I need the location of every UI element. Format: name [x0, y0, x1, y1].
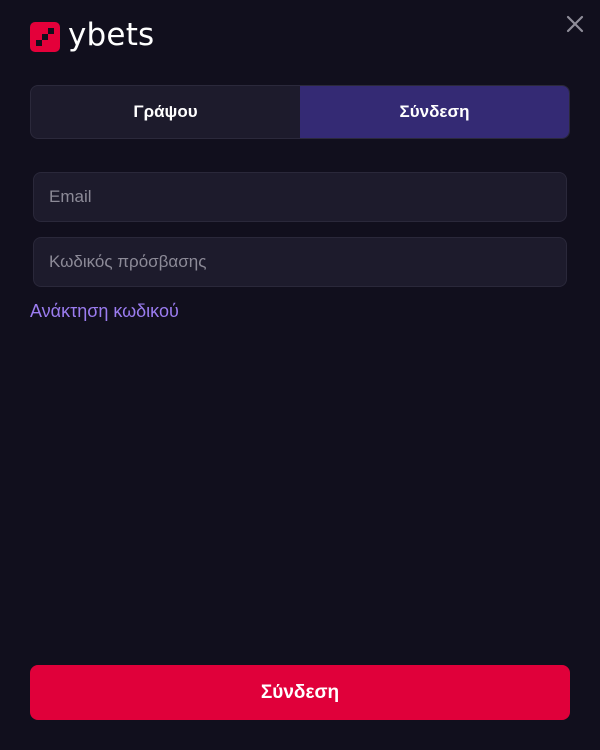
tab-login[interactable]: Σύνδεση: [300, 86, 569, 138]
login-modal: ybets Γράψου Σύνδεση Ανάκτηση κωδικού Σύ…: [0, 0, 600, 750]
auth-tabs: Γράψου Σύνδεση: [30, 85, 570, 139]
email-field-container: [33, 172, 567, 222]
close-button[interactable]: [564, 13, 586, 35]
tab-register[interactable]: Γράψου: [31, 86, 300, 138]
forgot-password-link[interactable]: Ανάκτηση κωδικού: [30, 301, 179, 322]
email-input[interactable]: [34, 173, 566, 221]
brand-name: ybets: [68, 17, 155, 53]
ybets-logo-icon: [30, 22, 60, 52]
close-icon: [566, 15, 584, 33]
login-submit-button[interactable]: Σύνδεση: [30, 665, 570, 720]
password-input[interactable]: [34, 238, 566, 286]
password-field-container: [33, 237, 567, 287]
brand-logo[interactable]: ybets: [30, 17, 155, 53]
